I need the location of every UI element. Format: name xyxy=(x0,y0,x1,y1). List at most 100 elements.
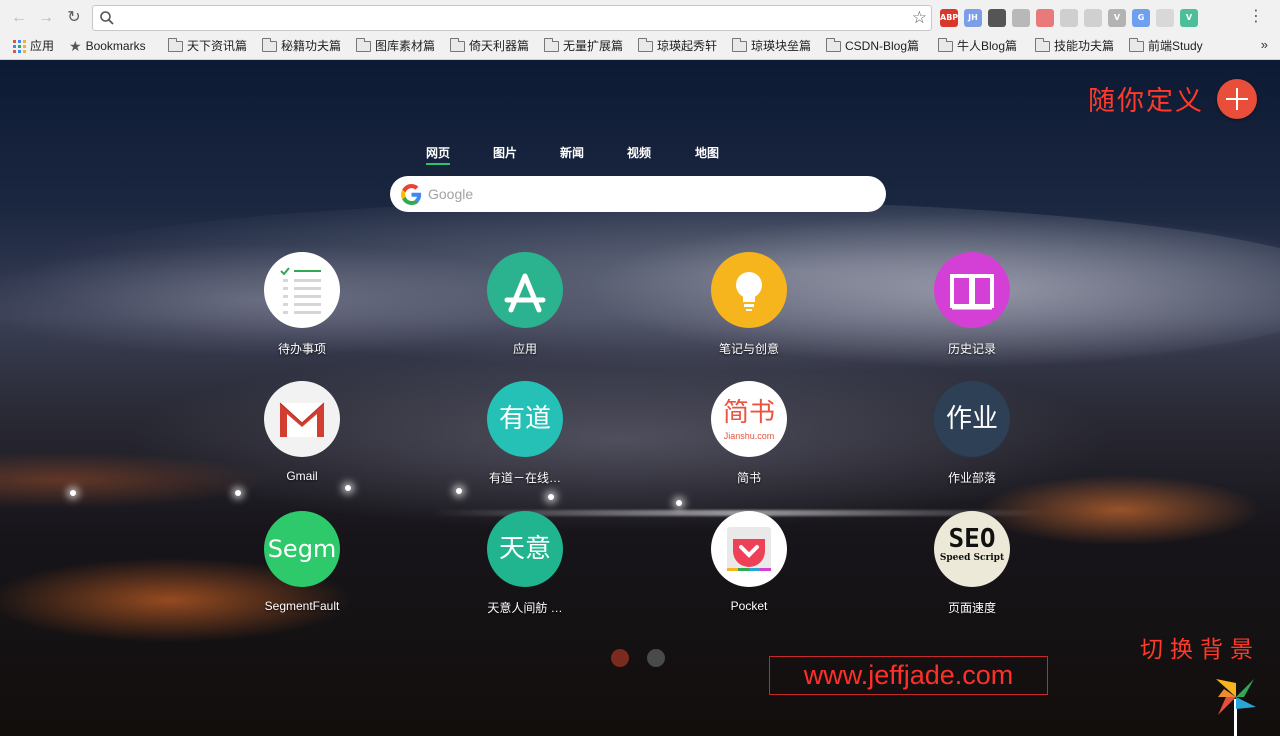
app-store-icon xyxy=(487,252,563,328)
browser-menu-icon[interactable]: ⋮ xyxy=(1248,6,1264,28)
bookmark-star-icon[interactable]: ☆ xyxy=(912,8,927,28)
screenshot-icon[interactable] xyxy=(1036,9,1054,27)
folder-icon xyxy=(168,37,183,52)
address-input[interactable] xyxy=(119,8,899,28)
bookmark-item[interactable]: 无量扩展篇 xyxy=(544,37,623,55)
shortcut-tile[interactable]: 笔记与创意 xyxy=(684,252,814,362)
seo-speed-icon: SEO Speed Script xyxy=(934,511,1010,587)
bookmark-label: 无量扩展篇 xyxy=(563,39,624,53)
shortcut-tile[interactable]: Pocket xyxy=(684,511,814,621)
more-bookmarks-button[interactable]: » xyxy=(1261,37,1268,52)
bookmark-item[interactable]: 牛人Blog篇 xyxy=(938,37,1017,55)
shortcut-label: 页面速度 xyxy=(947,601,996,615)
bookmark-item[interactable]: 前端Study xyxy=(1129,37,1203,55)
play-ext-icon[interactable] xyxy=(1084,9,1102,27)
bookmark-item[interactable]: 倚天利器篇 xyxy=(450,37,529,55)
bookmark-label: 秘籍功夫篇 xyxy=(281,39,342,53)
folder-icon xyxy=(1035,37,1050,52)
forward-button[interactable]: → xyxy=(36,8,56,28)
bookmark-item[interactable]: 秘籍功夫篇 xyxy=(262,37,341,55)
bookmark-item[interactable]: 天下资讯篇 xyxy=(168,37,247,55)
search-tab[interactable]: 网页 xyxy=(426,145,451,165)
bookmark-item[interactable]: 琼瑛起秀轩 xyxy=(638,37,717,55)
icon-subtext: Speed Script xyxy=(939,553,1005,563)
folder-icon xyxy=(1129,37,1144,52)
shortcut-tile[interactable]: 待办事项 xyxy=(237,252,367,362)
page-dot-active[interactable] xyxy=(611,649,629,667)
shortcut-tile[interactable]: 有道 有道－在线… xyxy=(460,381,590,491)
folder-icon xyxy=(732,37,747,52)
reload-button[interactable]: ↻ xyxy=(64,8,84,28)
folder-icon xyxy=(450,37,465,52)
qr-code-icon[interactable] xyxy=(988,9,1006,27)
bookmark-label: 技能功夫篇 xyxy=(1054,39,1115,53)
back-button[interactable]: ← xyxy=(9,8,29,28)
icon-text: Segm xyxy=(267,535,337,563)
background-street-light xyxy=(676,500,682,506)
search-type-tabs: 网页 图片 新闻 视频 地图 xyxy=(420,145,740,165)
v-ext-icon[interactable]: V xyxy=(1108,9,1126,27)
gesture-icon[interactable] xyxy=(1012,9,1030,27)
bookmark-item[interactable]: 琼瑛块垒篇 xyxy=(732,37,811,55)
youdao-icon: 有道 xyxy=(487,381,563,457)
shortcut-label: 待办事项 xyxy=(277,342,326,356)
bookmark-item[interactable]: 应用 xyxy=(13,37,54,55)
search-tab[interactable]: 视频 xyxy=(627,145,651,161)
translate-icon[interactable]: G xyxy=(1132,9,1150,27)
jh-icon[interactable]: JH xyxy=(964,9,982,27)
bookmark-label: CSDN-Blog篇 xyxy=(845,39,920,53)
site-watermark: www.jeffjade.com xyxy=(769,656,1048,695)
folder-icon xyxy=(356,37,371,52)
folder-icon xyxy=(262,37,277,52)
circle-ext-icon[interactable] xyxy=(1060,9,1078,27)
icon-subtext: Jianshu.com xyxy=(723,431,775,441)
lightbulb-icon xyxy=(711,252,787,328)
gmail-icon xyxy=(264,381,340,457)
segmentfault-icon: Segm xyxy=(264,511,340,587)
shortcut-label: 笔记与创意 xyxy=(718,342,779,356)
add-shortcut-button[interactable] xyxy=(1217,79,1257,119)
customize-label[interactable]: 随你定义 xyxy=(1088,79,1204,118)
shortcut-tile[interactable]: Gmail xyxy=(237,381,367,491)
bookmark-item[interactable]: CSDN-Blog篇 xyxy=(826,37,919,55)
bookmark-label: Bookmarks xyxy=(85,39,146,53)
bookmark-label: 牛人Blog篇 xyxy=(957,39,1018,53)
shortcut-tile[interactable]: 历史记录 xyxy=(907,252,1037,362)
extensions-bar: ABP JH V G V xyxy=(940,8,1198,28)
bookmark-label: 图库素材篇 xyxy=(375,39,436,53)
bookmark-item[interactable]: 图库素材篇 xyxy=(356,37,435,55)
shortcut-tile[interactable]: 应用 xyxy=(460,252,590,362)
todo-list-icon xyxy=(264,252,340,328)
folder-icon xyxy=(826,37,841,52)
bookmark-item[interactable]: 技能功夫篇 xyxy=(1035,37,1114,55)
switch-background-button[interactable]: 切换背景 xyxy=(1140,630,1260,664)
shortcut-tile[interactable]: 简书 Jianshu.com 简书 xyxy=(684,381,814,491)
book-icon xyxy=(934,252,1010,328)
search-tab[interactable]: 新闻 xyxy=(560,145,584,161)
shortcut-tile[interactable]: 天意 天意人间舫 … xyxy=(460,511,590,621)
search-box[interactable] xyxy=(390,176,886,212)
adblock-plus-icon[interactable]: ABP xyxy=(940,9,958,27)
icon-text: 简书 xyxy=(722,398,775,428)
search-tab[interactable]: 图片 xyxy=(493,145,517,161)
browser-toolbar: ← → ↻ ☆ ABP JH V G V ⋮ xyxy=(0,0,1280,35)
weibo-icon[interactable] xyxy=(1156,9,1174,27)
search-input[interactable] xyxy=(428,185,868,203)
vue-devtools-icon[interactable]: V xyxy=(1180,9,1198,27)
search-tab[interactable]: 地图 xyxy=(695,145,719,161)
bookmark-label: 前端Study xyxy=(1148,39,1203,53)
new-tab-page: 随你定义 网页 图片 新闻 视频 地图 待办事项 应用 笔记与创意 历史记录 Gmail 有道有道… xyxy=(0,60,1280,736)
bookmark-item[interactable]: ★ Bookmarks xyxy=(69,37,146,55)
pinwheel-logo-icon[interactable] xyxy=(1214,675,1258,736)
shortcut-tile[interactable]: SEO Speed Script 页面速度 xyxy=(907,511,1037,621)
page-dot[interactable] xyxy=(647,649,665,667)
background-fog xyxy=(0,200,1280,380)
shortcut-label: 天意人间舫 … xyxy=(487,601,563,615)
address-bar[interactable]: ☆ xyxy=(92,5,932,31)
folder-icon xyxy=(938,37,953,52)
shortcut-tile[interactable]: 作业 作业部落 xyxy=(907,381,1037,491)
icon-text: 作业 xyxy=(945,404,998,434)
bookmark-label: 应用 xyxy=(30,39,55,53)
shortcut-tile[interactable]: Segm SegmentFault xyxy=(237,511,367,621)
zybuluo-icon: 作业 xyxy=(934,381,1010,457)
